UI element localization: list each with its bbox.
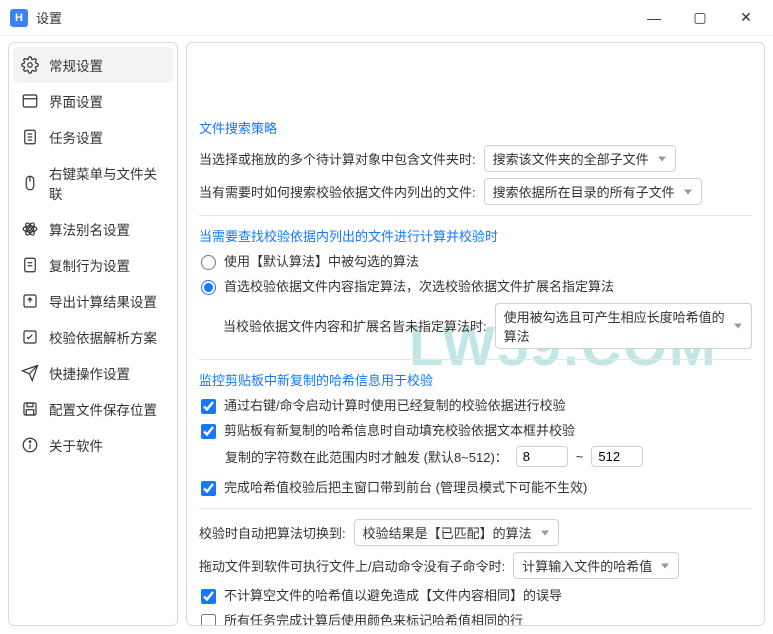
checklist-icon xyxy=(21,328,39,346)
label-switch-algo: 校验时自动把算法切换到: xyxy=(199,523,346,542)
separator xyxy=(199,508,752,509)
copy-icon xyxy=(21,256,39,274)
sidebar: 常规设置 界面设置 任务设置 右键菜单与文件关联 算法别名设置 复制行为设置 导… xyxy=(8,42,178,626)
minimize-button[interactable]: — xyxy=(631,3,677,33)
input-range-max[interactable] xyxy=(591,446,643,467)
radio-label: 使用【默认算法】中被勾选的算法 xyxy=(224,253,419,272)
radio-default-algo-input[interactable] xyxy=(201,255,216,270)
tilde: ~ xyxy=(576,449,584,464)
sidebar-item-label: 算法别名设置 xyxy=(49,219,130,239)
sidebar-item-label: 常规设置 xyxy=(49,55,103,75)
input-range-min[interactable] xyxy=(516,446,568,467)
sidebar-item-label: 关于软件 xyxy=(49,435,103,455)
label-fallback-algo: 当校验依据文件内容和扩展名皆未指定算法时: xyxy=(223,316,487,335)
radio-default-algo[interactable]: 使用【默认算法】中被勾选的算法 xyxy=(201,253,752,272)
check-color-same-hash-input[interactable] xyxy=(201,614,216,626)
radio-group-algo-choice: 使用【默认算法】中被勾选的算法 首选校验依据文件内容指定算法，次选校验依据文件扩… xyxy=(199,253,752,297)
sidebar-item-config-location[interactable]: 配置文件保存位置 xyxy=(13,391,173,427)
sidebar-item-label: 右键菜单与文件关联 xyxy=(49,163,165,203)
sidebar-item-task[interactable]: 任务设置 xyxy=(13,119,173,155)
atom-icon xyxy=(21,220,39,238)
export-icon xyxy=(21,292,39,310)
check-autofill-clipboard-input[interactable] xyxy=(201,424,216,439)
close-button[interactable]: ✕ xyxy=(723,3,769,33)
check-use-copied-basis-input[interactable] xyxy=(201,399,216,414)
check-label: 通过右键/命令启动计算时使用已经复制的校验依据进行校验 xyxy=(224,397,566,416)
gear-icon xyxy=(21,56,39,74)
check-color-same-hash[interactable]: 所有任务完成计算后使用颜色来标记哈希值相同的行 xyxy=(201,612,752,626)
select-folder-search[interactable]: 搜索该文件夹的全部子文件 xyxy=(484,145,676,172)
sidebar-item-copy-behavior[interactable]: 复制行为设置 xyxy=(13,247,173,283)
select-verify-file-search[interactable]: 搜索依据所在目录的所有子文件 xyxy=(484,178,702,205)
radio-label: 首选校验依据文件内容指定算法，次选校验依据文件扩展名指定算法 xyxy=(224,278,614,297)
sidebar-item-label: 复制行为设置 xyxy=(49,255,130,275)
check-bring-to-front-input[interactable] xyxy=(201,481,216,496)
radio-prefer-file-algo-input[interactable] xyxy=(201,280,216,295)
sidebar-item-quick-ops[interactable]: 快捷操作设置 xyxy=(13,355,173,391)
sidebar-item-label: 导出计算结果设置 xyxy=(49,291,157,311)
separator xyxy=(199,215,752,216)
section-title-verification: 当需要查找校验依据内列出的文件进行计算并校验时 xyxy=(199,226,752,245)
maximize-button[interactable]: ▢ xyxy=(677,3,723,33)
check-label: 完成哈希值校验后把主窗口带到前台 (管理员模式下可能不生效) xyxy=(224,479,587,498)
check-label: 剪贴板有新复制的哈希信息时自动填充校验依据文本框并校验 xyxy=(224,422,575,441)
sidebar-item-label: 界面设置 xyxy=(49,91,103,111)
sidebar-item-interface[interactable]: 界面设置 xyxy=(13,83,173,119)
select-fallback-algo[interactable]: 使用被勾选且可产生相应长度哈希值的算法 xyxy=(495,303,752,349)
label-char-range: 复制的字符数在此范围内时才触发 (默认8~512)： xyxy=(225,447,508,466)
sidebar-item-label: 快捷操作设置 xyxy=(49,363,130,383)
check-use-copied-basis[interactable]: 通过右键/命令启动计算时使用已经复制的校验依据进行校验 xyxy=(201,397,752,416)
sidebar-item-label: 配置文件保存位置 xyxy=(49,399,157,419)
radio-prefer-file-algo[interactable]: 首选校验依据文件内容指定算法，次选校验依据文件扩展名指定算法 xyxy=(201,278,752,297)
content-panel: LW59.COM 文件搜索策略 当选择或拖放的多个待计算对象中包含文件夹时: 搜… xyxy=(186,42,765,626)
send-icon xyxy=(21,364,39,382)
section-title-search-strategy: 文件搜索策略 xyxy=(199,118,752,137)
check-autofill-clipboard[interactable]: 剪贴板有新复制的哈希信息时自动填充校验依据文本框并校验 xyxy=(201,422,752,441)
mouse-icon xyxy=(21,174,39,192)
clipboard-icon xyxy=(21,128,39,146)
label-folder-search: 当选择或拖放的多个待计算对象中包含文件夹时: xyxy=(199,149,476,168)
sidebar-item-export[interactable]: 导出计算结果设置 xyxy=(13,283,173,319)
window-icon xyxy=(21,92,39,110)
separator xyxy=(199,359,752,360)
label-verify-file-search: 当有需要时如何搜索校验依据文件内列出的文件: xyxy=(199,182,476,201)
titlebar: H 设置 — ▢ ✕ xyxy=(0,0,773,36)
check-skip-empty[interactable]: 不计算空文件的哈希值以避免造成【文件内容相同】的误导 xyxy=(201,587,752,606)
sidebar-item-verify-parse[interactable]: 校验依据解析方案 xyxy=(13,319,173,355)
sidebar-item-general[interactable]: 常规设置 xyxy=(13,47,173,83)
check-bring-to-front[interactable]: 完成哈希值校验后把主窗口带到前台 (管理员模式下可能不生效) xyxy=(201,479,752,498)
sidebar-item-label: 校验依据解析方案 xyxy=(49,327,157,347)
window-title: 设置 xyxy=(36,8,62,27)
save-icon xyxy=(21,400,39,418)
check-label: 所有任务完成计算后使用颜色来标记哈希值相同的行 xyxy=(224,612,523,626)
label-drag-exe: 拖动文件到软件可执行文件上/启动命令没有子命令时: xyxy=(199,556,505,575)
info-icon xyxy=(21,436,39,454)
sidebar-item-context-menu[interactable]: 右键菜单与文件关联 xyxy=(13,155,173,211)
select-switch-algo[interactable]: 校验结果是【已匹配】的算法 xyxy=(354,519,559,546)
check-label: 不计算空文件的哈希值以避免造成【文件内容相同】的误导 xyxy=(224,587,562,606)
section-title-clipboard: 监控剪贴板中新复制的哈希信息用于校验 xyxy=(199,370,752,389)
sidebar-item-algo-alias[interactable]: 算法别名设置 xyxy=(13,211,173,247)
app-icon: H xyxy=(10,9,28,27)
sidebar-item-label: 任务设置 xyxy=(49,127,103,147)
check-skip-empty-input[interactable] xyxy=(201,589,216,604)
select-drag-exe[interactable]: 计算输入文件的哈希值 xyxy=(513,552,679,579)
sidebar-item-about[interactable]: 关于软件 xyxy=(13,427,173,463)
